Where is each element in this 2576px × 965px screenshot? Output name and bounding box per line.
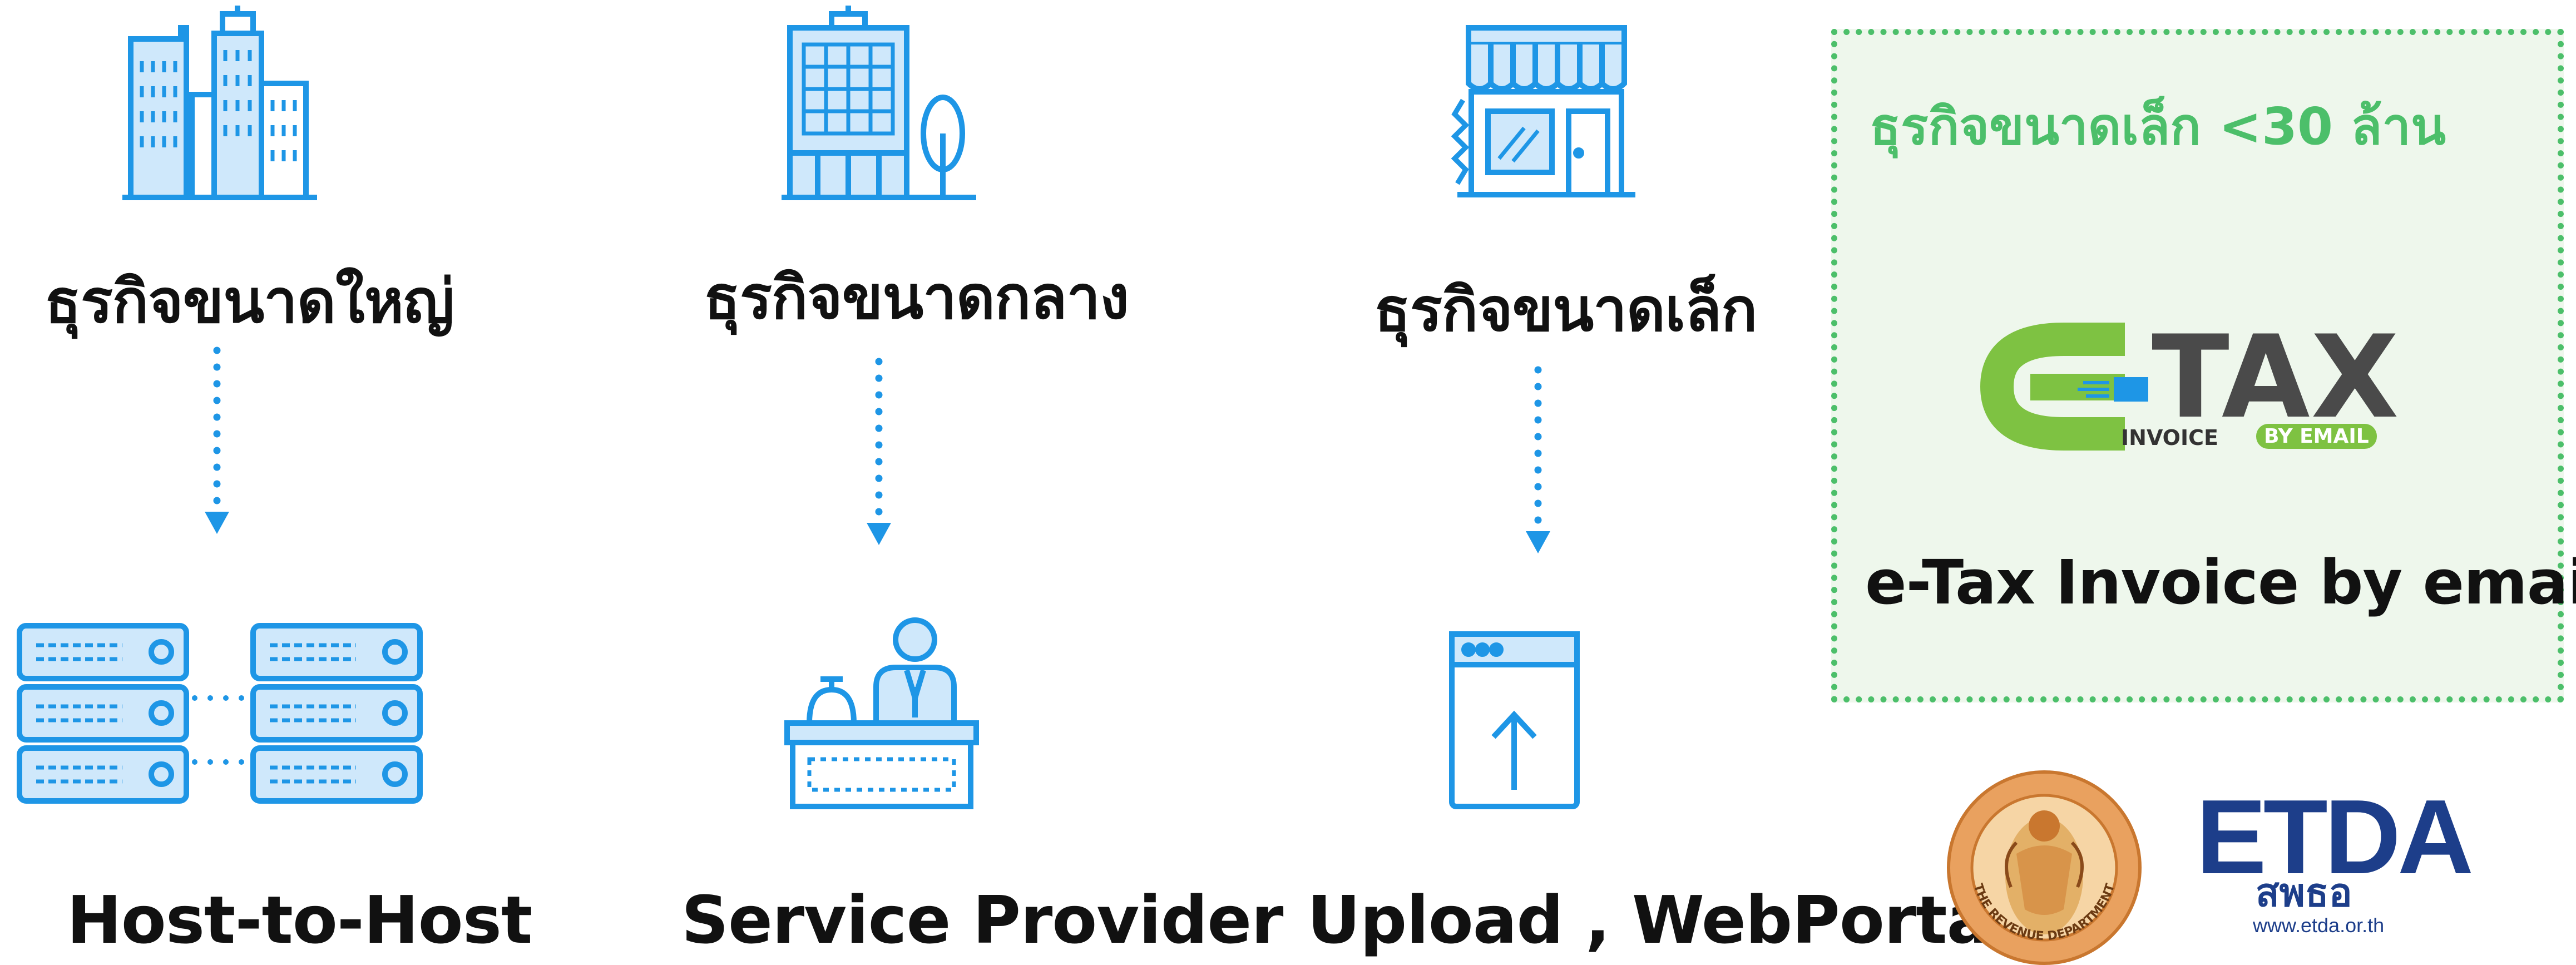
office-building-tree-icon xyxy=(779,6,979,206)
panel-caption: e-Tax Invoice by email xyxy=(1865,547,2576,618)
dotted-arrow-3 xyxy=(1516,366,1560,559)
city-buildings-icon xyxy=(120,6,320,206)
dotted-arrow-2 xyxy=(857,358,901,551)
category-label-medium: ธุรกิจขนาดกลาง xyxy=(704,263,1129,333)
category-label-small: ธุรกิจขนาดเล็ก xyxy=(1374,275,1758,345)
upload-window-icon xyxy=(1446,629,1624,812)
method-label-upload: Upload , WebPortal xyxy=(1307,882,2013,958)
etda-url-text: www.etda.or.th xyxy=(2253,914,2385,937)
dotted-arrow-1 xyxy=(195,347,239,540)
etax-byemail-badge: BY EMAIL xyxy=(2256,424,2377,449)
method-label-host: Host-to-Host xyxy=(67,882,532,958)
revenue-department-seal-icon: THE REVENUE DEPARTMENT xyxy=(1944,770,2144,965)
server-racks-icon xyxy=(11,620,434,815)
etax-invoice-text: INVOICE xyxy=(2121,425,2218,450)
etda-thai-text: สพธอ xyxy=(2256,870,2352,915)
shop-storefront-icon xyxy=(1441,17,1641,206)
panel-title: ธุรกิจขนาดเล็ก <30 ล้าน xyxy=(1870,97,2446,156)
reception-desk-icon xyxy=(779,615,979,815)
category-label-large: ธุรกิจขนาดใหญ่ xyxy=(45,267,454,336)
method-label-service: Service Provider xyxy=(681,882,1283,958)
